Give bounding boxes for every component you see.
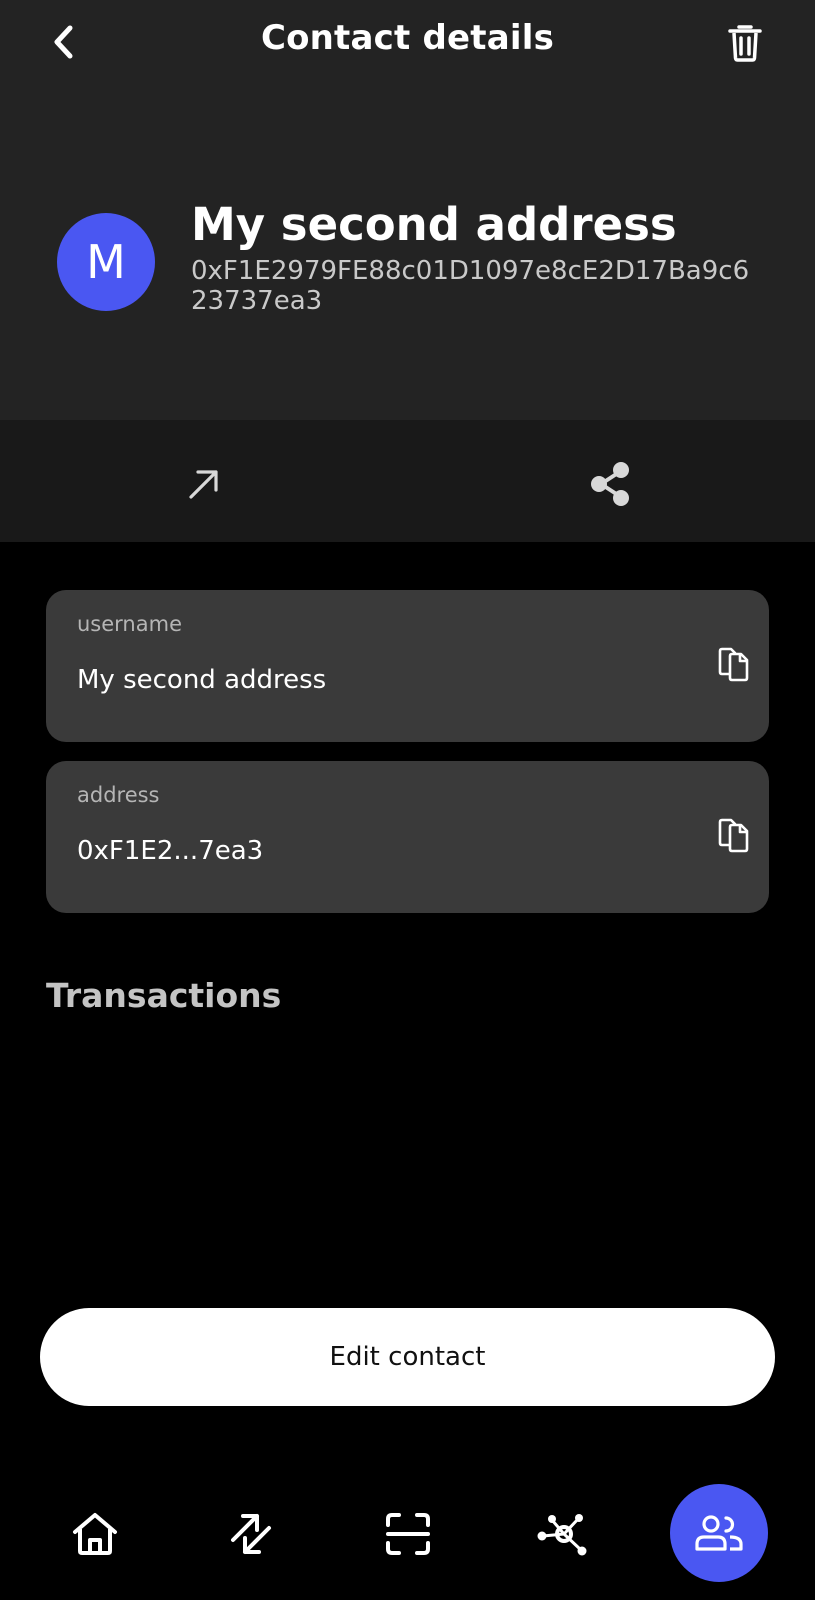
- arrow-up-right-icon: [189, 470, 218, 499]
- address-label: address: [77, 783, 160, 807]
- page-title: Contact details: [260, 18, 555, 58]
- nav-home[interactable]: [63, 1502, 127, 1566]
- network-icon: [537, 1514, 587, 1556]
- username-value: My second address: [77, 665, 327, 695]
- delete-contact-button[interactable]: [717, 14, 773, 70]
- send-button[interactable]: [176, 456, 232, 512]
- contact-address: 0xF1E2979FE88c01D1097e8cE2D17Ba9c623737e…: [191, 256, 750, 316]
- home-icon: [73, 1513, 117, 1555]
- copy-username-button[interactable]: [706, 636, 762, 692]
- scan-icon: [386, 1513, 430, 1555]
- copy-icon: [718, 647, 749, 682]
- transactions-title: Transactions: [46, 976, 282, 1015]
- username-label: username: [77, 612, 182, 636]
- edit-contact-button[interactable]: Edit contact: [40, 1308, 775, 1406]
- swap-icon: [231, 1514, 271, 1554]
- avatar: M: [57, 213, 155, 311]
- share-icon: [591, 462, 629, 506]
- nav-swap[interactable]: [219, 1502, 283, 1566]
- address-value: 0xF1E2...7ea3: [77, 836, 264, 866]
- copy-icon: [718, 818, 749, 853]
- nav-network[interactable]: [532, 1502, 596, 1566]
- contact-name: My second address: [191, 198, 677, 251]
- contacts-icon: [695, 1515, 743, 1551]
- action-bar: [0, 420, 815, 542]
- nav-scan[interactable]: [376, 1502, 440, 1566]
- copy-address-button[interactable]: [706, 807, 762, 863]
- username-card: username My second address: [46, 590, 769, 742]
- share-button[interactable]: [583, 456, 639, 512]
- nav-contacts[interactable]: [670, 1484, 768, 1582]
- trash-icon: [728, 25, 762, 62]
- contact-header: Contact details M My second address 0xF1…: [0, 0, 815, 420]
- address-card: address 0xF1E2...7ea3: [46, 761, 769, 913]
